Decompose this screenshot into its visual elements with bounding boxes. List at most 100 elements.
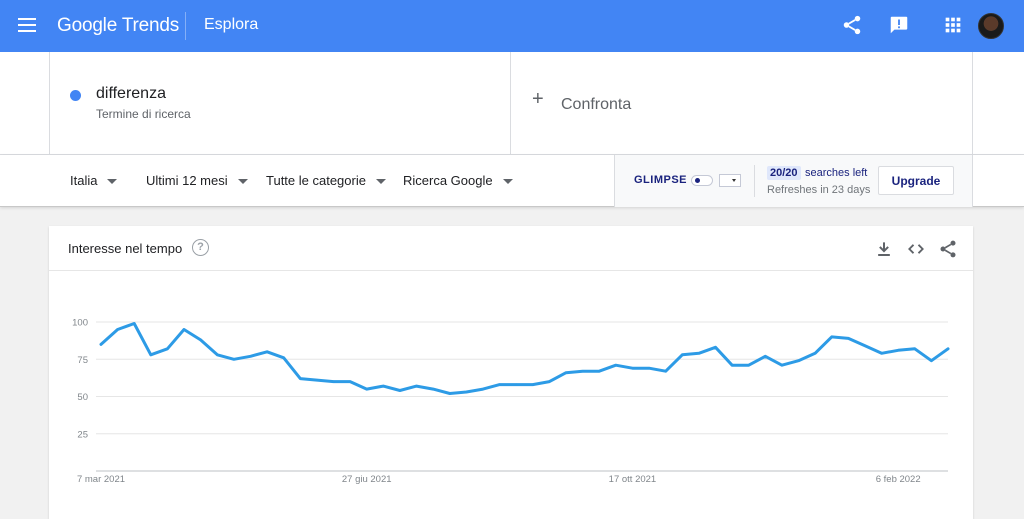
data-point (216, 353, 219, 356)
x-tick-label: 17 ott 2021 (609, 474, 657, 485)
data-point (764, 355, 767, 358)
data-point (249, 355, 252, 358)
data-point (166, 347, 169, 351)
feedback-icon[interactable] (888, 14, 910, 36)
period-label: Ultimi 12 mesi (146, 173, 228, 188)
data-point (797, 359, 800, 362)
y-tick-label: 25 (77, 429, 88, 440)
data-point (282, 356, 285, 359)
data-point (813, 352, 817, 355)
apps-grid-icon[interactable] (942, 14, 964, 36)
search-term-card[interactable]: differenza Termine di ricerca (49, 52, 511, 155)
data-point (265, 350, 269, 353)
data-point (631, 366, 634, 370)
data-point (315, 378, 319, 382)
caret-down-icon (107, 179, 118, 185)
data-point (299, 377, 302, 380)
region-dropdown[interactable]: Italia (70, 173, 118, 188)
refresh-note: Refreshes in 23 days (767, 184, 871, 196)
search-terms-panel: differenza Termine di ricerca + Confront… (0, 52, 1024, 155)
glimpse-toggle[interactable] (691, 175, 713, 186)
logo-google: Google (57, 15, 118, 36)
menu-icon[interactable] (18, 18, 36, 32)
avatar[interactable] (978, 13, 1004, 39)
data-point (514, 383, 518, 386)
data-point (581, 369, 584, 373)
data-point (448, 392, 451, 395)
quota-badge: 20/20 (767, 166, 801, 180)
data-point (664, 369, 667, 373)
data-point (697, 352, 701, 355)
data-point (465, 390, 468, 394)
category-dropdown[interactable]: Tutte le categorie (266, 173, 386, 188)
compare-button[interactable]: + Confronta (511, 52, 973, 155)
data-point (531, 383, 535, 386)
logo[interactable]: Google Trends (57, 15, 179, 37)
term-name: differenza (96, 85, 166, 102)
glimpse-divider (754, 165, 755, 197)
data-point (598, 369, 601, 373)
data-point (614, 364, 618, 367)
region-label: Italia (70, 173, 98, 188)
data-point (365, 387, 368, 391)
term-color-dot (70, 90, 81, 101)
data-point (415, 384, 418, 388)
header-divider (185, 12, 186, 40)
term-type: Termine di ricerca (96, 107, 191, 121)
data-point (332, 380, 335, 383)
data-point (232, 358, 236, 361)
data-point (548, 380, 551, 383)
x-tick-label: 7 mar 2021 (77, 474, 125, 485)
data-point (99, 343, 103, 346)
interest-over-time-card: Interesse nel tempo ? 25 50 75 100 7 mar 202… (49, 226, 973, 519)
property-label: Ricerca Google (403, 173, 493, 188)
compare-label: Confronta (561, 96, 632, 113)
data-point (199, 338, 202, 342)
glimpse-logo: GLIMPSE (634, 174, 688, 186)
data-point (348, 380, 352, 383)
data-point (647, 366, 651, 370)
property-dropdown[interactable]: Ricerca Google (403, 173, 513, 188)
caret-down-icon (375, 179, 386, 185)
data-point (880, 352, 883, 355)
data-point (681, 353, 684, 356)
data-point (780, 364, 784, 367)
data-point (913, 347, 916, 351)
data-point (863, 344, 867, 348)
glimpse-widget: GLIMPSE 20/20 searches left Refreshes in… (614, 155, 973, 207)
period-dropdown[interactable]: Ultimi 12 mesi (146, 173, 248, 188)
share-icon[interactable] (841, 14, 863, 36)
caret-down-icon (502, 179, 513, 185)
y-tick-label: 50 (77, 392, 88, 403)
x-tick-label: 27 giu 2021 (342, 474, 392, 485)
data-point (946, 347, 950, 351)
series-line (99, 322, 950, 395)
data-point (896, 349, 900, 352)
caret-down-icon (237, 179, 248, 185)
glimpse-select[interactable] (719, 174, 741, 187)
top-app-bar: Google Trends Esplora (0, 0, 1024, 52)
searches-left-label: searches left (805, 167, 868, 179)
data-point (747, 364, 750, 367)
data-point (847, 337, 850, 340)
data-point (133, 322, 136, 325)
logo-trends: Trends (121, 15, 180, 36)
data-point (498, 383, 501, 386)
data-point (714, 346, 717, 349)
data-point (431, 387, 435, 391)
y-tick-label: 100 (72, 318, 88, 329)
data-point (830, 335, 833, 339)
data-point (564, 371, 568, 374)
data-point (116, 328, 119, 331)
filters-bar: Italia Ultimi 12 mesi Tutte le categorie… (0, 155, 1024, 207)
category-label: Tutte le categorie (266, 173, 366, 188)
x-tick-label: 6 feb 2022 (876, 474, 921, 485)
data-point (481, 387, 485, 391)
data-point (382, 384, 385, 388)
data-point (149, 353, 153, 356)
page-title: Esplora (204, 16, 259, 33)
interest-line-chart: 25 50 75 100 7 mar 2021 27 giu 2021 17 ott 202… (72, 318, 950, 485)
plus-icon: + (532, 88, 544, 110)
upgrade-button[interactable]: Upgrade (878, 166, 954, 195)
data-point (398, 389, 402, 392)
